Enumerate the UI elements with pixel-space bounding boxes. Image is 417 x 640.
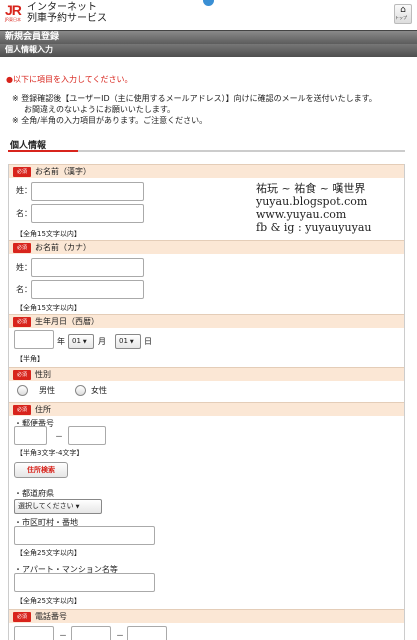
notice-text: ●以下に項目を入力してください。	[6, 75, 133, 84]
phone-second-input[interactable]	[71, 626, 111, 640]
address-label: 住所	[35, 405, 51, 414]
logo-sub: JR東日本	[5, 17, 21, 22]
notes: ※ 登録確認後【ユーザーID（主に使用するメールアドレス）】向けに確認のメールを…	[12, 93, 407, 126]
birthdate-label: 生年月日（西暦）	[35, 317, 99, 326]
name-kana-mei-input[interactable]	[31, 280, 144, 299]
watermark-line-3: www.yuyau.com	[256, 208, 347, 221]
chevron-down-icon: ▼	[129, 339, 134, 345]
watermark: 祐玩 ~ 祐食 ~ 嘆世界 yuyau.blogspot.com www.yuy…	[256, 182, 371, 234]
birth-month-select[interactable]: 01 ▼	[68, 334, 94, 349]
city-hint: 【全角25文字以内】	[16, 549, 81, 557]
name-kana-label: お名前（カナ）	[35, 243, 91, 252]
home-icon: ⌂	[400, 5, 406, 15]
month-unit: 月	[98, 337, 106, 346]
required-badge: 必須	[13, 167, 31, 177]
gender-male-radio[interactable]	[17, 385, 28, 396]
personal-info-form: 必須 お名前（漢字） 姓： 名： 【全角15文字以内】 必須 お名前（カナ） 姓…	[8, 164, 405, 640]
group-header-name-kana: 必須 お名前（カナ）	[9, 240, 404, 254]
required-badge: 必須	[13, 370, 31, 380]
group-header-name-kanji: 必須 お名前（漢字）	[9, 164, 404, 178]
page-title: 新規会員登録	[0, 30, 417, 44]
watermark-line-1: 祐玩 ~ 祐食 ~ 嘆世界	[256, 182, 366, 195]
gender-label: 性別	[35, 370, 51, 379]
gender-female-radio[interactable]	[75, 385, 86, 396]
required-badge: 必須	[13, 405, 31, 415]
chevron-down-icon: ▼	[82, 339, 87, 345]
name-kanji-hint: 【全角15文字以内】	[16, 230, 81, 238]
mei-label: 名：	[16, 285, 32, 294]
birth-day-select[interactable]: 01 ▼	[115, 334, 141, 349]
logo-text: JR	[5, 2, 22, 18]
gender-female-label: 女性	[91, 386, 107, 395]
phone-dash: －	[116, 631, 124, 640]
group-header-gender: 必須 性別	[9, 367, 404, 381]
watermark-line-4: fb & ig : yuyauyuyau	[256, 221, 372, 234]
phone-label: 電話番号	[35, 612, 67, 621]
day-unit: 日	[144, 337, 152, 346]
app-header: JR JR東日本 インターネット 列車予約サービス ⌂ トップ	[0, 0, 417, 30]
phone-third-input[interactable]	[127, 626, 167, 640]
postal-dash: －	[55, 432, 63, 441]
note-line-1: ※ 登録確認後【ユーザーID（主に使用するメールアドレス）】向けに確認のメールを…	[12, 94, 377, 103]
birth-year-input[interactable]	[14, 330, 54, 349]
jr-logo: JR JR東日本	[5, 3, 27, 25]
sei-label: 姓：	[16, 186, 32, 195]
gender-male-label: 男性	[39, 386, 55, 395]
postal-code-second-input[interactable]	[68, 426, 106, 445]
address-search-button[interactable]: 住所検索	[14, 462, 68, 478]
group-header-address: 必須 住所	[9, 402, 404, 416]
required-badge: 必須	[13, 317, 31, 327]
page-subtitle: 個人情報入力	[0, 44, 417, 57]
app-title-line2: 列車予約サービス	[27, 13, 107, 24]
top-button[interactable]: ⌂ トップ	[394, 4, 412, 24]
city-input[interactable]	[14, 526, 155, 545]
top-button-label: トップ	[395, 15, 407, 20]
loading-indicator	[203, 0, 214, 6]
note-line-1b: お間違えのないようにお願いいたします。	[24, 105, 176, 114]
prefecture-label: ・都道府県	[14, 489, 54, 498]
birth-month-value: 01	[72, 337, 81, 345]
prefecture-select[interactable]: 選択してください ▼	[14, 499, 102, 514]
building-hint: 【全角25文字以内】	[16, 597, 81, 605]
phone-dash: －	[59, 631, 67, 640]
name-kanji-mei-input[interactable]	[31, 204, 144, 223]
phone-first-input[interactable]	[14, 626, 54, 640]
prefecture-value: 選択してください	[18, 502, 74, 510]
required-badge: 必須	[13, 612, 31, 622]
group-header-birthdate: 必須 生年月日（西暦）	[9, 314, 404, 328]
note-line-2: ※ 全角/半角の入力項目があります。ご注意ください。	[12, 116, 208, 125]
name-kana-hint: 【全角15文字以内】	[16, 304, 81, 312]
group-header-phone: 必須 電話番号	[9, 609, 404, 623]
birth-day-value: 01	[119, 337, 128, 345]
sei-label: 姓：	[16, 263, 32, 272]
chevron-down-icon: ▼	[75, 504, 80, 510]
watermark-line-2: yuyau.blogspot.com	[256, 195, 368, 208]
app-title-line1: インターネット	[27, 2, 97, 13]
year-unit: 年	[57, 337, 65, 346]
app-title: インターネット 列車予約サービス	[27, 2, 107, 24]
postal-hint: 【半角3文字-4文字】	[16, 449, 84, 457]
name-kanji-label: お名前（漢字）	[35, 167, 91, 176]
section-divider	[8, 150, 405, 152]
name-kana-sei-input[interactable]	[31, 258, 144, 277]
required-badge: 必須	[13, 243, 31, 253]
postal-code-first-input[interactable]	[14, 426, 47, 445]
mei-label: 名：	[16, 209, 32, 218]
building-input[interactable]	[14, 573, 155, 592]
name-kanji-sei-input[interactable]	[31, 182, 144, 201]
birthdate-hint: 【半角】	[16, 355, 44, 363]
